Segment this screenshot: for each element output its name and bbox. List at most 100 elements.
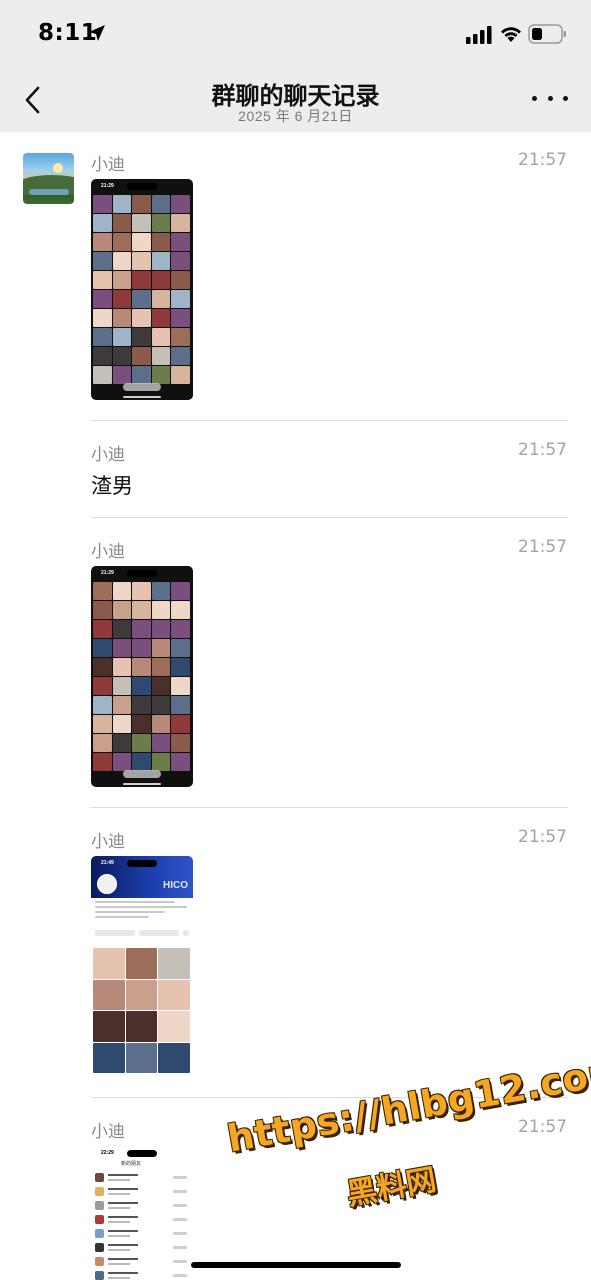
photo-tile <box>151 195 171 213</box>
photo-tile <box>171 366 190 384</box>
photo-tile <box>93 601 112 619</box>
photo-tile <box>125 948 158 979</box>
thumbnail-home-bar <box>123 783 161 785</box>
photo-tile <box>132 252 151 270</box>
dynamic-island <box>127 1150 157 1157</box>
photo-grid <box>93 195 191 385</box>
photo-tile <box>132 620 151 638</box>
thumbnail-status-time: 21:29 <box>101 570 114 576</box>
more-options-button[interactable] <box>532 88 568 108</box>
photo-tile <box>93 639 112 657</box>
photo-tile <box>151 233 171 251</box>
photo-tile <box>132 328 151 346</box>
friend-request-row <box>95 1200 189 1212</box>
photo-tile <box>112 696 132 714</box>
photo-tile <box>151 366 171 384</box>
watermark-url: https://hlbg12.com <box>224 1048 591 1161</box>
thumbnail-home-bar <box>123 396 161 398</box>
photo-tile <box>171 309 190 327</box>
photo-tile <box>112 366 132 384</box>
text-message[interactable]: 渣男 <box>91 470 133 500</box>
avatar-lake <box>29 189 69 195</box>
photo-tile <box>132 347 151 365</box>
photo-tile <box>112 677 132 695</box>
photo-tile <box>171 753 190 771</box>
photo-tile <box>125 1042 158 1073</box>
message-divider <box>91 517 568 518</box>
photo-tile <box>93 252 112 270</box>
photo-tile <box>93 620 112 638</box>
photo-tile <box>151 696 171 714</box>
message-time: 21:57 <box>518 1117 567 1137</box>
photo-tile <box>125 979 158 1010</box>
banner-brand-text: HICO <box>163 880 188 891</box>
photo-tile <box>151 347 171 365</box>
photo-tile <box>93 233 112 251</box>
photo-grid <box>93 582 191 772</box>
photo-tile <box>112 195 132 213</box>
photo-tile <box>132 696 151 714</box>
photo-tile <box>151 328 171 346</box>
photo-tile <box>93 214 112 232</box>
thumbnail-page-title: 新的朋友 <box>121 1161 142 1167</box>
profile-bio-lines <box>95 901 189 921</box>
photo-tile <box>151 658 171 676</box>
photo-tile <box>112 252 132 270</box>
photo-tile <box>112 658 132 676</box>
photo-tile <box>125 1011 158 1042</box>
photo-tile <box>132 658 151 676</box>
photo-tile <box>112 582 132 600</box>
thumbnail-status-time: 21:29 <box>101 183 114 189</box>
photo-tile <box>93 696 112 714</box>
photo-tile <box>112 328 132 346</box>
friend-request-row <box>95 1256 189 1268</box>
friend-request-row <box>95 1186 189 1198</box>
message-divider <box>91 807 568 808</box>
sender-avatar[interactable] <box>23 153 74 204</box>
dot-icon <box>547 95 553 101</box>
photo-tile <box>132 309 151 327</box>
friend-request-row <box>95 1172 189 1184</box>
photo-tile <box>93 715 112 733</box>
photo-tile <box>112 309 132 327</box>
photo-tile <box>151 639 171 657</box>
photo-tile <box>132 753 151 771</box>
photo-tile <box>171 271 190 289</box>
photo-tile <box>132 734 151 752</box>
photo-tile <box>93 677 112 695</box>
dot-icon <box>532 95 537 101</box>
photo-tile <box>171 639 190 657</box>
message-sender: 小迪 <box>91 832 125 852</box>
home-indicator[interactable] <box>191 1262 401 1268</box>
dynamic-island <box>127 570 157 577</box>
image-message-thumbnail[interactable]: 21:29 <box>91 566 193 787</box>
photo-tile <box>93 979 125 1010</box>
avatar-sun <box>53 163 63 173</box>
photo-tile <box>93 290 112 308</box>
photo-tile <box>93 195 112 213</box>
image-message-thumbnail[interactable]: 21:29 <box>91 179 193 400</box>
battery-icon <box>528 24 566 44</box>
page-subtitle-date: 2025 年 6 月21日 <box>238 108 353 124</box>
photo-tile <box>171 677 190 695</box>
dynamic-island <box>127 183 157 190</box>
message-time: 21:57 <box>518 827 567 847</box>
image-message-thumbnail[interactable]: 21:49 HICO <box>91 856 193 1077</box>
photo-tile <box>132 233 151 251</box>
photo-tile <box>132 195 151 213</box>
photo-tile <box>158 948 190 979</box>
photo-tile <box>151 214 171 232</box>
photo-tile <box>171 734 190 752</box>
dynamic-island <box>127 860 157 867</box>
message-sender: 小迪 <box>91 155 125 175</box>
photo-tile <box>171 658 190 676</box>
image-message-thumbnail[interactable]: 22:29 新的朋友 <box>91 1146 193 1280</box>
photo-tile <box>93 309 112 327</box>
message-time: 21:57 <box>518 150 567 170</box>
message-time: 21:57 <box>518 440 567 460</box>
photo-tile <box>171 696 190 714</box>
friend-request-row <box>95 1228 189 1240</box>
photo-tile <box>151 677 171 695</box>
photo-tile <box>93 347 112 365</box>
photo-tile <box>132 639 151 657</box>
